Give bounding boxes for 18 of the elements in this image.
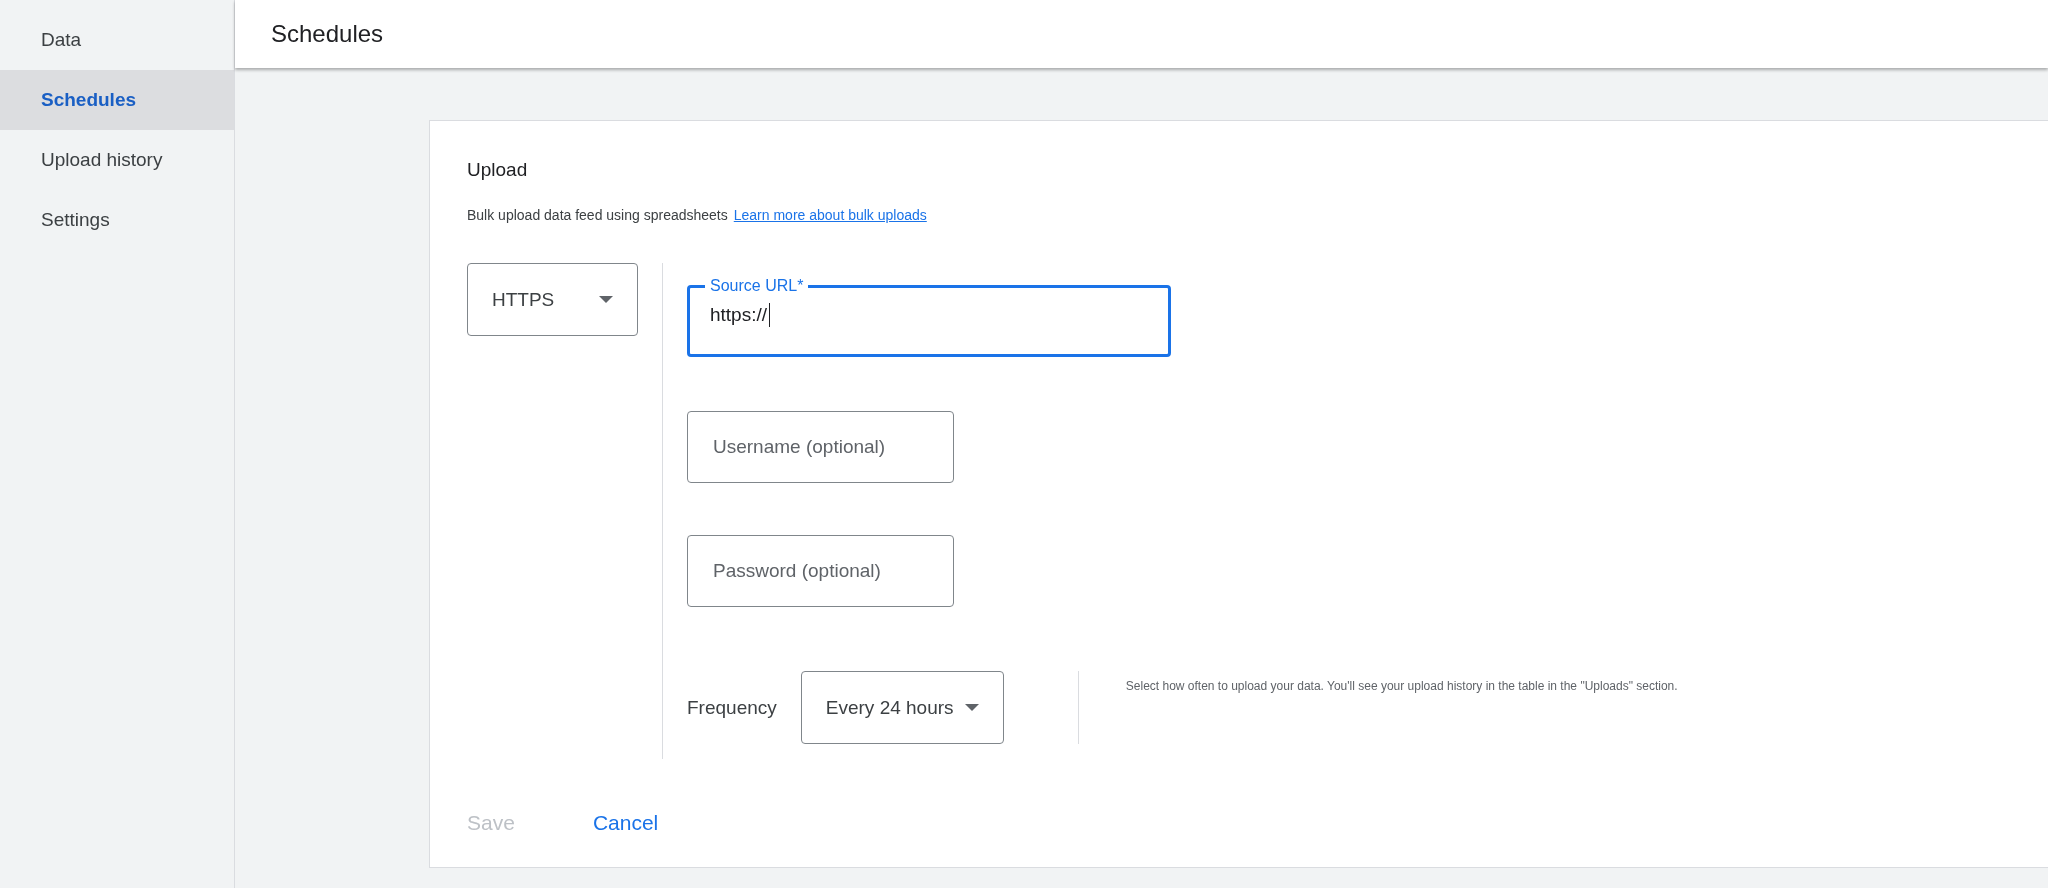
page-title: Schedules: [271, 20, 384, 48]
sidebar-item[interactable]: Schedules: [0, 70, 234, 130]
sidebar-item[interactable]: Upload history: [0, 130, 234, 190]
dropdown-arrow-icon: [964, 704, 979, 711]
description-text: Bulk upload data feed using spreadsheets: [467, 207, 728, 223]
cancel-button[interactable]: Cancel: [580, 805, 671, 841]
learn-more-link[interactable]: Learn more about bulk uploads: [733, 207, 927, 223]
username-field[interactable]: Username (optional): [687, 411, 954, 483]
dropdown-arrow-icon: [599, 296, 613, 303]
frequency-label: Frequency: [687, 697, 777, 719]
frequency-help-text: Select how often to upload your data. You'll see your upload history in the table in the "Uploads" section.: [1125, 679, 1678, 693]
protocol-dropdown[interactable]: HTTPS: [467, 263, 638, 336]
frequency-dropdown[interactable]: Every 24 hours: [800, 671, 1004, 744]
section-title: Upload: [467, 159, 529, 181]
source-url-field[interactable]: Source URL* https://: [687, 277, 1171, 357]
password-field[interactable]: Password (optional): [687, 535, 954, 607]
sidebar-item[interactable]: Data: [0, 10, 234, 70]
sidebar-item[interactable]: Settings: [0, 190, 234, 250]
